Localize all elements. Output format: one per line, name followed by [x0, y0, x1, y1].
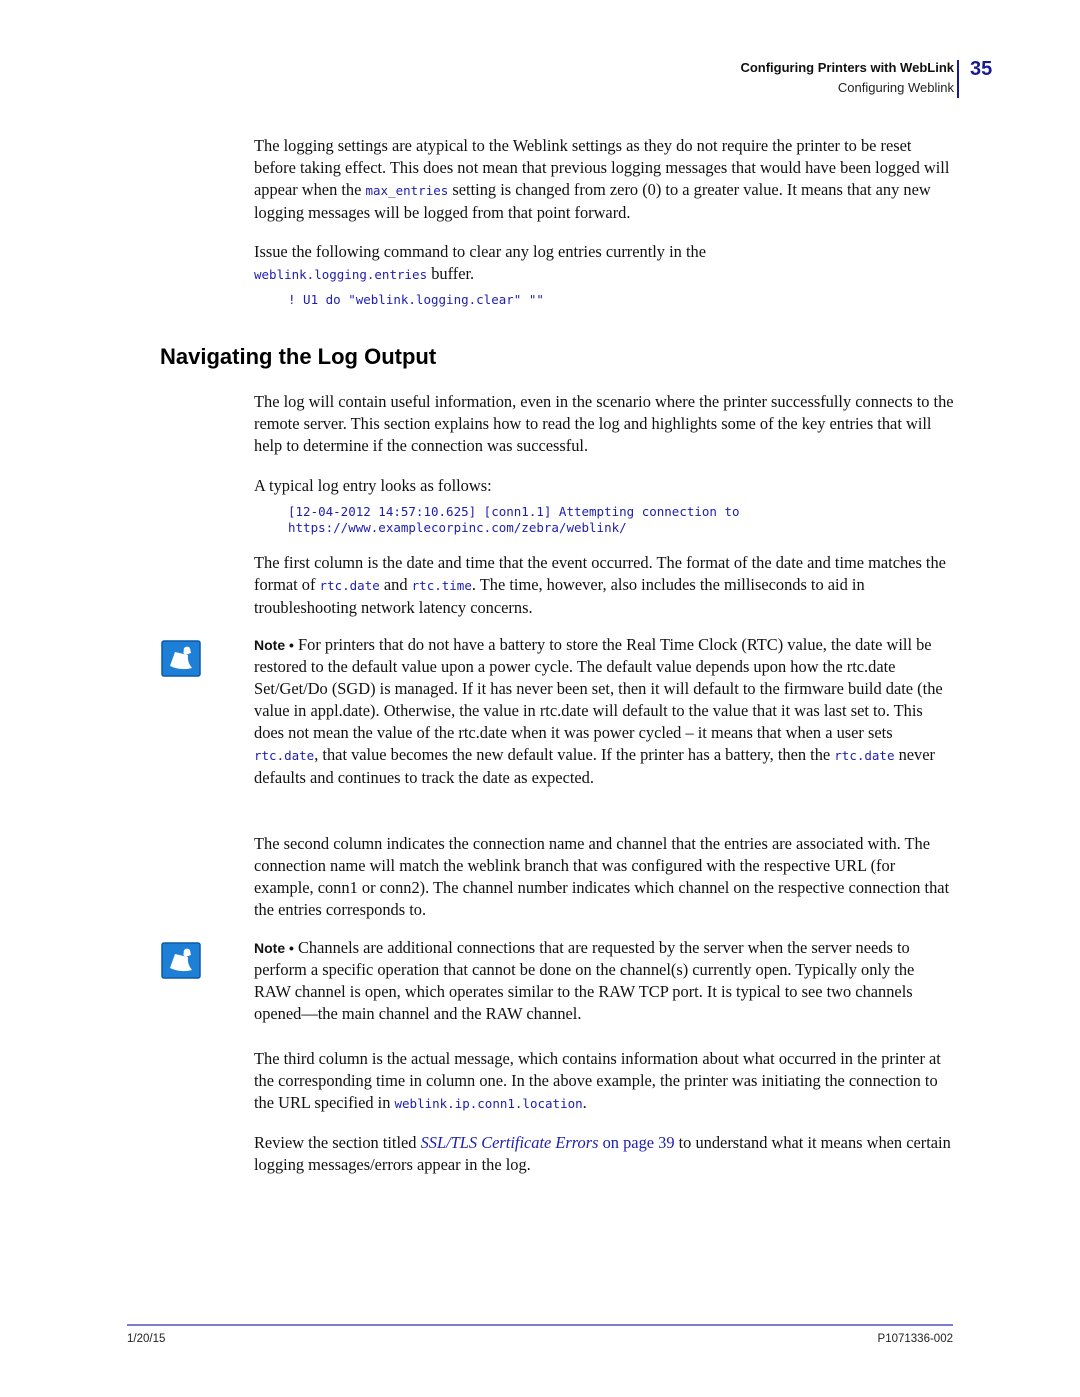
clear-command: ! U1 do "weblink.logging.clear" "" [288, 292, 544, 307]
section-paragraph-5: The third column is the actual message, … [254, 1048, 954, 1115]
note-label: Note • [254, 940, 294, 956]
footer-date: 1/20/15 [127, 1333, 166, 1345]
section-paragraph-2: A typical log entry looks as follows: [254, 476, 492, 495]
text: buffer. [427, 264, 475, 283]
intro-paragraph-2: Issue the following command to clear any… [254, 241, 954, 286]
note-rtc: Note • For printers that do not have a b… [254, 634, 954, 789]
log-line: https://www.examplecorpinc.com/zebra/web… [288, 520, 627, 535]
page-number: 35 [970, 58, 993, 80]
intro-paragraph-1: The logging settings are atypical to the… [254, 135, 954, 224]
text: The third column is the actual message, … [254, 1049, 941, 1112]
note-label: Note • [254, 637, 294, 653]
note-icon [161, 942, 201, 979]
section-paragraph-4: The second column indicates the connecti… [254, 834, 950, 919]
cross-reference-link[interactable]: SSL/TLS Certificate Errors on page 39 [421, 1133, 675, 1152]
log-line: [12-04-2012 14:57:10.625] [conn1.1] Atte… [288, 504, 740, 519]
log-example: [12-04-2012 14:57:10.625] [conn1.1] Atte… [288, 504, 740, 536]
inline-code: weblink.ip.conn1.location [394, 1096, 583, 1111]
text: , that value becomes the new default val… [314, 745, 835, 764]
chapter-title: Configuring Printers with WebLink [740, 60, 954, 75]
running-header: Configuring Printers with WebLink Config… [740, 58, 954, 98]
inline-code: rtc.date [834, 748, 895, 763]
section-paragraph-1: The log will contain useful information,… [254, 392, 954, 455]
section-paragraph-3: The first column is the date and time th… [254, 552, 954, 619]
link-page[interactable]: on page 39 [599, 1133, 675, 1152]
link-title[interactable]: SSL/TLS Certificate Errors [421, 1133, 599, 1152]
text: and [379, 575, 412, 594]
text: . [582, 1093, 587, 1112]
note-channels: Note • Channels are additional connectio… [254, 937, 954, 1025]
inline-code: weblink.logging.entries [254, 267, 428, 282]
inline-code: rtc.date [319, 578, 380, 593]
text: For printers that do not have a battery … [254, 635, 943, 742]
header-divider [957, 60, 959, 98]
footer-doc-number: P1071336-002 [877, 1333, 953, 1345]
text: Channels are additional connections that… [254, 938, 915, 1023]
text: Issue the following command to clear any… [254, 242, 706, 261]
inline-code: rtc.date [254, 748, 315, 763]
section-paragraph-6: Review the section titled SSL/TLS Certif… [254, 1132, 954, 1176]
section-heading: Navigating the Log Output [160, 344, 437, 369]
inline-code: max_entries [365, 183, 449, 198]
section-title: Configuring Weblink [837, 80, 954, 95]
text: Review the section titled [254, 1133, 421, 1152]
footer-divider [127, 1324, 953, 1326]
inline-code: rtc.time [411, 578, 472, 593]
note-icon [161, 640, 201, 677]
